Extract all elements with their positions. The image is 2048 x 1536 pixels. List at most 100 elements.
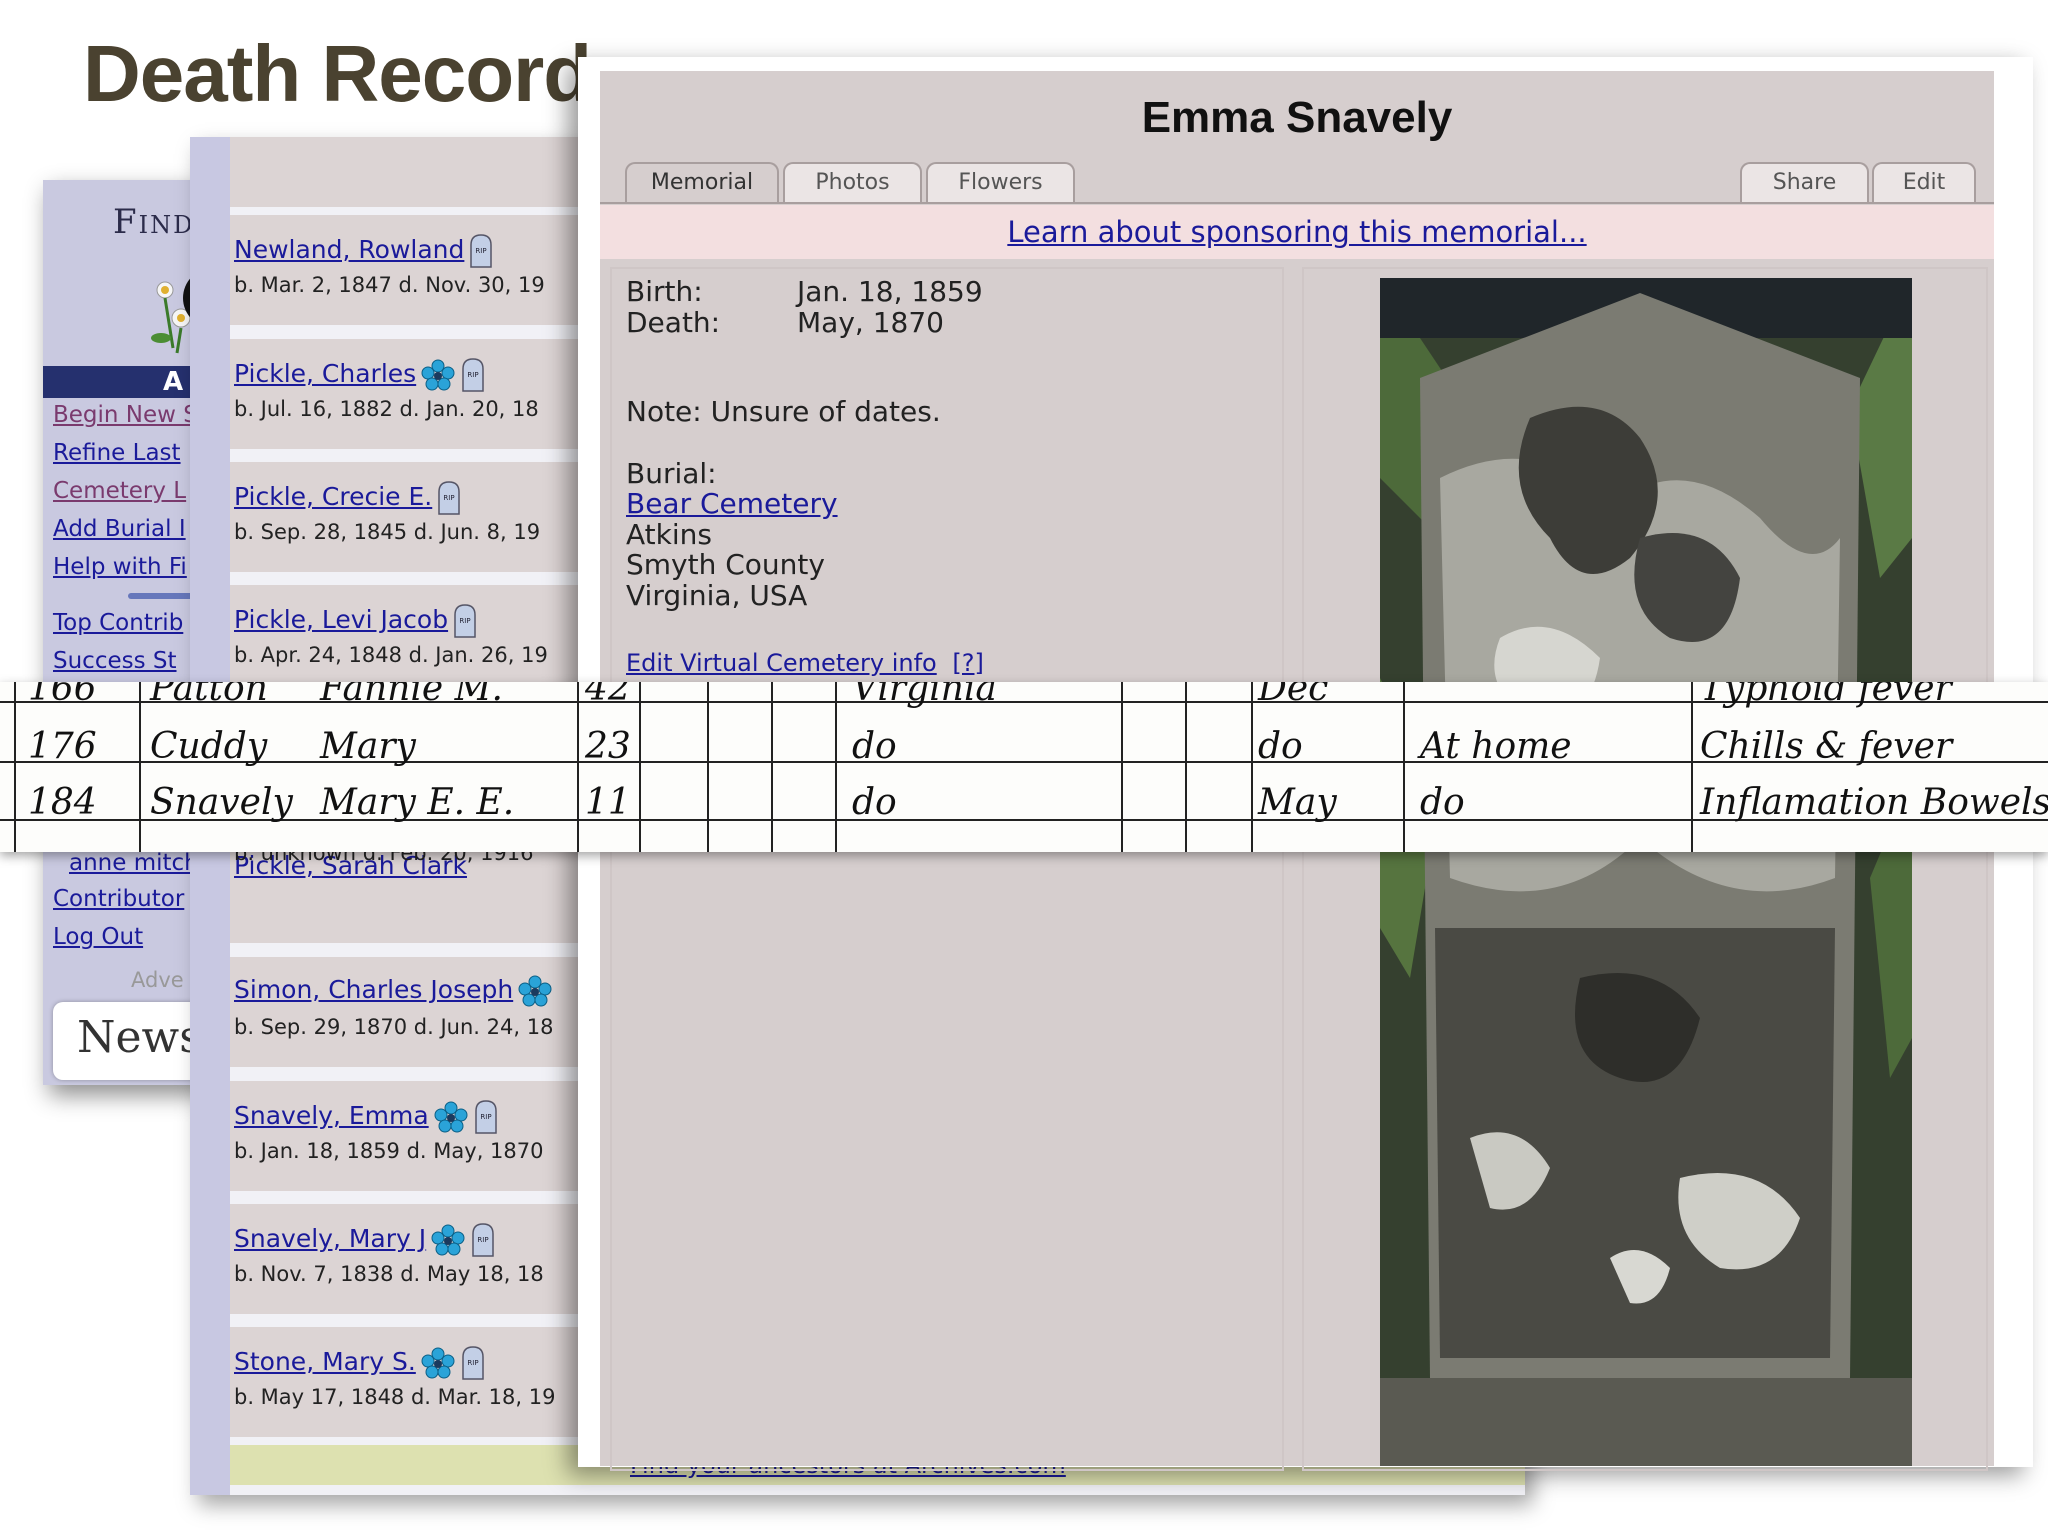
- result-entry: Pickle, Levi Jacob RIP b. Apr. 24, 1848 d.…: [230, 585, 630, 695]
- svg-text:RIP: RIP: [476, 247, 487, 255]
- share-button[interactable]: Share: [1740, 162, 1869, 202]
- result-name-link[interactable]: Pickle, Crecie E.: [234, 482, 432, 511]
- edit-virtual-cemetery-link[interactable]: Edit Virtual Cemetery info: [626, 649, 937, 677]
- sponsor-link[interactable]: Learn about sponsoring this memorial...: [600, 205, 1994, 259]
- tab-memorial[interactable]: Memorial: [625, 162, 779, 202]
- slide-title: Death Records: [83, 29, 636, 118]
- register-cause: Inflamation Bowels: [1700, 782, 2048, 823]
- result-name-link[interactable]: Stone, Mary S.: [234, 1347, 416, 1376]
- result-name-link[interactable]: Pickle, Charles: [234, 359, 416, 388]
- add-burial-link[interactable]: Add Burial I: [53, 516, 198, 554]
- result-entry: Pickle, Crecie E. RIP b. Sep. 28, 1845 d. …: [230, 462, 630, 572]
- begin-new-search-link[interactable]: Begin New S: [53, 402, 198, 440]
- result-dates: b. Mar. 2, 1847 d. Nov. 30, 19: [234, 273, 545, 297]
- log-out-link[interactable]: Log Out: [53, 924, 199, 962]
- rip-headstone-icon[interactable]: RIP: [470, 1222, 496, 1258]
- death-value: May, 1870: [797, 306, 944, 339]
- contributor-link[interactable]: Contributor: [53, 886, 199, 924]
- register-given: Mary E. E.: [320, 782, 515, 823]
- register-num: 166: [28, 682, 97, 709]
- burial-city: Atkins: [626, 518, 712, 551]
- birth-label: Birth:: [626, 275, 703, 308]
- edit-button[interactable]: Edit: [1872, 162, 1976, 202]
- cemetery-link[interactable]: Bear Cemetery: [626, 487, 838, 520]
- result-entry: Newland, Rowland RIP b. Mar. 2, 1847 d. No…: [230, 215, 630, 325]
- register-place: do: [852, 782, 897, 823]
- register-surname: Snavely: [150, 782, 293, 823]
- result-dates: b. Nov. 7, 1838 d. May 18, 18: [234, 1262, 544, 1286]
- help-question-link[interactable]: [?]: [952, 649, 983, 677]
- result-name-link[interactable]: Snavely, Mary J: [234, 1224, 426, 1253]
- result-entry: b. Mar. 7, 1878 d. Oct. 5, 1911: [230, 137, 630, 207]
- svg-text:RIP: RIP: [444, 494, 455, 502]
- rip-headstone-icon[interactable]: RIP: [436, 480, 462, 516]
- result-dates: b. Sep. 28, 1845 d. Jun. 8, 19: [234, 520, 541, 544]
- register-month: May: [1258, 782, 1337, 823]
- result-dates: b. May 17, 1848 d. Mar. 18, 19: [234, 1385, 556, 1409]
- rip-headstone-icon[interactable]: RIP: [460, 357, 486, 393]
- advertisement-label: Adve: [131, 968, 184, 992]
- flower-icon[interactable]: [430, 1224, 466, 1256]
- result-name-link[interactable]: Simon, Charles Joseph: [234, 975, 513, 1004]
- rip-headstone-icon[interactable]: RIP: [452, 603, 478, 639]
- nav-bar-header: A: [43, 366, 213, 398]
- result-name-link[interactable]: Snavely, Emma: [234, 1101, 429, 1130]
- help-link[interactable]: Help with Fi: [53, 554, 198, 592]
- result-dates: b. Jan. 18, 1859 d. May, 1870: [234, 1139, 544, 1163]
- register-num: 176: [28, 726, 97, 767]
- memorial-name: Emma Snavely: [1141, 93, 1453, 142]
- rip-headstone-icon[interactable]: RIP: [473, 1099, 499, 1135]
- register-given: Fannie M.: [320, 682, 503, 709]
- find-heading: Find: [113, 202, 195, 242]
- register-surname: Patton: [150, 682, 268, 709]
- success-stories-link[interactable]: Success St: [53, 648, 183, 686]
- news-ad-text: News: [77, 1012, 202, 1063]
- svg-text:RIP: RIP: [467, 1359, 478, 1367]
- memorial-note: Note: Unsure of dates.: [626, 395, 941, 428]
- register-where: At home: [1420, 726, 1572, 767]
- svg-text:RIP: RIP: [478, 1236, 489, 1244]
- tab-photos[interactable]: Photos: [783, 162, 922, 202]
- burial-label: Burial:: [626, 457, 717, 490]
- rip-headstone-icon[interactable]: RIP: [468, 233, 494, 269]
- register-age: 42: [585, 682, 631, 709]
- refine-last-search-link[interactable]: Refine Last: [53, 440, 198, 478]
- result-entry: Pickle, Charles RIP b. Jul. 16, 1882 d. Ja…: [230, 339, 630, 449]
- flower-icon[interactable]: [433, 1101, 469, 1133]
- register-month: do: [1258, 726, 1303, 767]
- death-label: Death:: [626, 306, 721, 339]
- result-entry: Stone, Mary S. RIP b. May 17, 1848 d. Mar.…: [230, 1327, 630, 1437]
- burial-county: Smyth County: [626, 548, 825, 581]
- cemetery-lookup-link[interactable]: Cemetery L: [53, 478, 198, 516]
- findagrave-nav-panel: Find A Begin New S Refine Last Cemetery …: [43, 180, 213, 1085]
- tab-flowers[interactable]: Flowers: [926, 162, 1075, 202]
- result-dates: b. Jul. 16, 1882 d. Jan. 20, 18: [234, 397, 539, 421]
- gravestone-photo[interactable]: [1380, 278, 1912, 1466]
- register-surname: Cuddy: [150, 726, 268, 767]
- register-given: Mary: [320, 726, 416, 767]
- register-num: 184: [28, 782, 97, 823]
- register-where: do: [1420, 782, 1465, 823]
- top-contributors-link[interactable]: Top Contrib: [53, 610, 183, 648]
- burial-state: Virginia, USA: [626, 579, 808, 612]
- result-entry: Snavely, Emma RIP b. Jan. 18, 1859 d. May,…: [230, 1081, 630, 1191]
- register-month: Dec: [1258, 682, 1329, 709]
- flower-icon[interactable]: [420, 1347, 456, 1379]
- flower-icon[interactable]: [517, 975, 553, 1007]
- news-ad-banner[interactable]: News: [53, 1002, 213, 1080]
- memorial-facts: Birth: Jan. 18, 1859 Death: May, 1870 No…: [610, 267, 1284, 1471]
- svg-text:RIP: RIP: [460, 617, 471, 625]
- flower-icon[interactable]: [420, 359, 456, 391]
- result-dates: b. Apr. 24, 1848 d. Jan. 26, 19: [234, 643, 548, 667]
- result-name-link[interactable]: Newland, Rowland: [234, 235, 464, 264]
- register-age: 23: [585, 726, 631, 767]
- user-name-link[interactable]: anne mitch: [53, 850, 199, 886]
- rip-headstone-icon[interactable]: RIP: [460, 1345, 486, 1381]
- death-register-image: 166 Patton Fannie M. 42 Virginia Dec Typhoid f…: [0, 682, 2048, 852]
- register-age: 11: [585, 782, 631, 823]
- result-entry: Snavely, Mary J RIP b. Nov. 7, 1838 d. May…: [230, 1204, 630, 1314]
- register-place: Virginia: [852, 682, 997, 709]
- memorial-tabs: Memorial Photos Flowers Share Edit: [600, 162, 1994, 204]
- svg-text:RIP: RIP: [468, 371, 479, 379]
- result-name-link[interactable]: Pickle, Levi Jacob: [234, 605, 448, 634]
